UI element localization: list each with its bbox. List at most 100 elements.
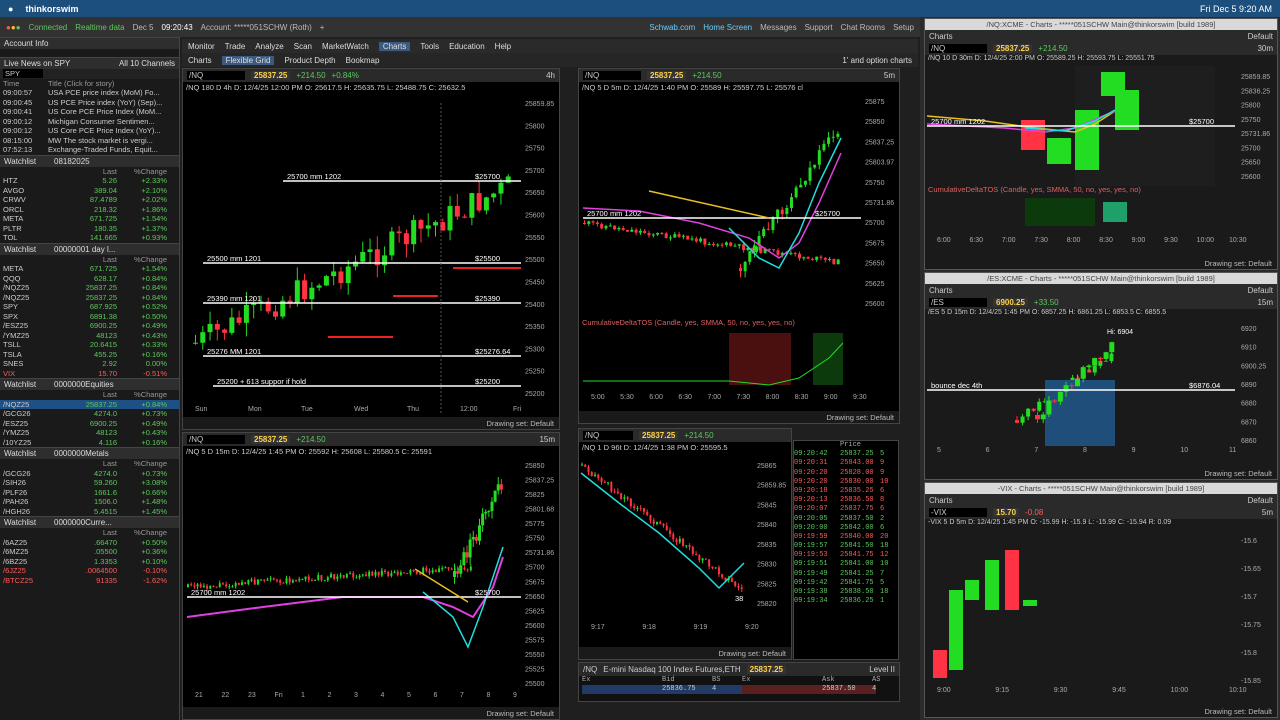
chart-nq-5m[interactable]: /NQ 25837.25 +214.50 5m /NQ 5 D 5m D: 12… <box>578 68 900 424</box>
symbol-field[interactable]: /NQ <box>187 435 245 444</box>
watchlist-symbol[interactable]: META <box>3 264 55 273</box>
watchlist-symbol[interactable]: QQQ <box>3 274 55 283</box>
l2-symbol[interactable]: /NQ <box>583 665 597 674</box>
watchlist-row[interactable]: SNES 2.92 0.00% <box>0 359 179 369</box>
watchlist-row[interactable]: /6AZ25 .66470 +0.50% <box>0 538 179 548</box>
subtab-charts[interactable]: Charts <box>188 56 212 65</box>
chart-plot[interactable]: 692069106900.256890688068706860bounce de… <box>925 320 1277 468</box>
subtab-flexible-grid[interactable]: Flexible Grid <box>221 55 275 65</box>
menu-item-charts[interactable]: Charts <box>378 41 411 51</box>
watchlist-symbol[interactable]: /ESZ25 <box>3 419 55 428</box>
watchlist-symbol[interactable]: SNES <box>3 359 55 368</box>
timeframe[interactable]: 5m <box>1262 508 1273 517</box>
subtab-right-label[interactable]: 1' and option charts <box>842 56 912 65</box>
news-headline[interactable]: MW The stock market is vergi... <box>48 136 153 145</box>
watchlist-row[interactable]: /NQZ25 25837.25 +0.84% <box>0 283 179 293</box>
watchlist-row[interactable]: PLTR 180.35 +1.37% <box>0 224 179 234</box>
apple-icon[interactable]: ● <box>8 4 13 14</box>
news-item[interactable]: 09:00:57 USA PCE price index (MoM) Fo... <box>0 88 179 98</box>
watchlist-symbol[interactable]: /6MZ25 <box>3 547 55 556</box>
watchlist-symbol[interactable]: /6BZ25 <box>3 557 55 566</box>
timeframe[interactable]: 4h <box>546 71 555 80</box>
news-item[interactable]: 07:52:13 Exchange-Traded Funds, Equit... <box>0 145 179 155</box>
news-item[interactable]: 09:00:41 US Core PCE Price Index (MoM... <box>0 107 179 117</box>
news-symbol-row[interactable]: SPY <box>0 69 179 79</box>
news-headline[interactable]: US Core PCE Price Index (MoM... <box>48 107 161 116</box>
subtab-product-depth[interactable]: Product Depth <box>284 56 335 65</box>
watchlist-row[interactable]: /6MZ25 .05500 +0.36% <box>0 547 179 557</box>
news-headline[interactable]: Exchange-Traded Funds, Equit... <box>48 145 158 154</box>
watchlist-symbol[interactable]: /PLF26 <box>3 488 55 497</box>
watchlist-row[interactable]: VIX 15.70 -0.51% <box>0 369 179 379</box>
watchlist-col-header[interactable]: %Change <box>117 459 167 468</box>
news-item[interactable]: 09:00:12 Michigan Consumer Sentimen... <box>0 117 179 127</box>
watchlist-row[interactable]: ORCL 218.32 +1.86% <box>0 205 179 215</box>
watchlist-id[interactable]: 00000001 day l... <box>54 245 115 254</box>
drawing-set[interactable]: Drawing set: Default <box>1204 259 1272 268</box>
watchlist-header[interactable]: Watchlist 08182025 <box>0 154 179 167</box>
watchlist-row[interactable]: /10YZ25 4.116 +0.16% <box>0 438 179 448</box>
watchlist-row[interactable]: /YMZ25 48123 +0.43% <box>0 331 179 341</box>
menu-item-analyze[interactable]: Analyze <box>255 42 283 51</box>
charts-tab[interactable]: Charts <box>929 32 953 41</box>
symbol-field[interactable]: /NQ <box>929 44 987 53</box>
chart-nq-tick[interactable]: /NQ 25837.25 +214.50 /NQ 1 D 96t D: 12/4… <box>578 428 792 660</box>
watchlist-row[interactable]: SPY 687.925 +0.52% <box>0 302 179 312</box>
chart-plot[interactable]: 25875 25850 25837.25 25803.97 25750 25731.86 2… <box>579 93 900 413</box>
layout-default[interactable]: Default <box>1248 32 1273 41</box>
drawing-set[interactable]: Drawing set: Default <box>1204 469 1272 478</box>
watchlist-symbol[interactable]: AVGO <box>3 186 55 195</box>
menu-item-scan[interactable]: Scan <box>294 42 312 51</box>
chart-plot[interactable]: 25859.85 25836.25 25800 25750 25731.86 25700 2… <box>925 66 1277 258</box>
watchlist-row[interactable]: /6BZ25 1.3353 +0.10% <box>0 557 179 567</box>
chart-plot[interactable]: 25865 25859.85 25845 25840 25835 25830 25825 25… <box>579 453 792 649</box>
news-headline[interactable]: USA PCE price index (MoM) Fo... <box>48 88 160 97</box>
app-name[interactable]: thinkorswim <box>25 4 78 14</box>
watchlist-symbol[interactable]: /NQZ25 <box>3 400 55 409</box>
messages-link[interactable]: Messages <box>760 23 796 32</box>
symbol-field[interactable]: /ES <box>929 298 987 307</box>
watchlist-col-header[interactable]: %Change <box>117 528 167 537</box>
watchlist-symbol[interactable]: /YMZ25 <box>3 428 55 437</box>
account-info-header[interactable]: Account Info <box>0 37 179 49</box>
watchlist-symbol[interactable]: SPX <box>3 312 55 321</box>
setup-link[interactable]: Setup <box>893 23 914 32</box>
watchlist-symbol[interactable]: TSLA <box>3 350 55 359</box>
watchlist-symbol[interactable]: /YMZ25 <box>3 331 55 340</box>
drawing-set[interactable]: Drawing set: Default <box>826 413 894 422</box>
subtab-bookmap[interactable]: Bookmap <box>346 56 380 65</box>
watchlist-symbol[interactable]: VIX <box>3 369 55 378</box>
schwab-link[interactable]: Schwab.com <box>649 23 695 32</box>
watchlist-row[interactable]: AVGO 389.04 +2.10% <box>0 186 179 196</box>
watchlist-id[interactable]: 0000000Curre... <box>54 518 112 527</box>
watchlist-col-header[interactable]: Last <box>55 167 117 176</box>
watchlist-symbol[interactable]: /GCG26 <box>3 469 55 478</box>
watchlist-header[interactable]: Watchlist 0000000Curre... <box>0 516 179 528</box>
watchlist-symbol[interactable]: META <box>3 214 55 223</box>
menu-item-help[interactable]: Help <box>495 42 511 51</box>
news-channels[interactable]: All 10 Channels <box>119 59 175 68</box>
watchlist-col-header[interactable]: Last <box>55 390 117 399</box>
watchlist-symbol[interactable]: PLTR <box>3 224 55 233</box>
watchlist-row[interactable]: /PLF26 1661.6 +0.66% <box>0 488 179 498</box>
watchlist-row[interactable]: /ESZ25 6900.25 +0.49% <box>0 419 179 429</box>
news-symbol[interactable]: SPY <box>3 69 43 79</box>
drawing-set[interactable]: Drawing set: Default <box>486 419 554 428</box>
charts-tab[interactable]: Charts <box>929 496 953 505</box>
watchlist-col-header[interactable]: %Change <box>117 390 167 399</box>
watchlist-row[interactable]: CRWV 87.4789 +2.02% <box>0 195 179 205</box>
system-clock[interactable]: Fri Dec 5 9:20 AM <box>1200 4 1272 14</box>
window-controls[interactable]: ●●● <box>6 23 21 32</box>
watchlist-row[interactable]: /BTCZ25 91335 -1.62% <box>0 576 179 586</box>
watchlist-symbol[interactable]: HTZ <box>3 176 55 185</box>
chat-rooms-link[interactable]: Chat Rooms <box>841 23 885 32</box>
watchlist-symbol[interactable]: /6JZ25 <box>3 566 55 575</box>
watchlist-row[interactable]: /PAH26 1506.0 +1.48% <box>0 497 179 507</box>
trend-line[interactable] <box>648 190 770 219</box>
watchlist-symbol[interactable]: /6AZ25 <box>3 538 55 547</box>
watchlist-row[interactable]: /SIH26 59.260 +3.08% <box>0 478 179 488</box>
news-header[interactable]: Live News on SPY All 10 Channels <box>0 57 179 69</box>
news-headline[interactable]: US PCE Price index (YoY) (Sep)... <box>48 98 162 107</box>
layout-default[interactable]: Default <box>1248 496 1273 505</box>
menu-item-monitor[interactable]: Monitor <box>188 42 215 51</box>
